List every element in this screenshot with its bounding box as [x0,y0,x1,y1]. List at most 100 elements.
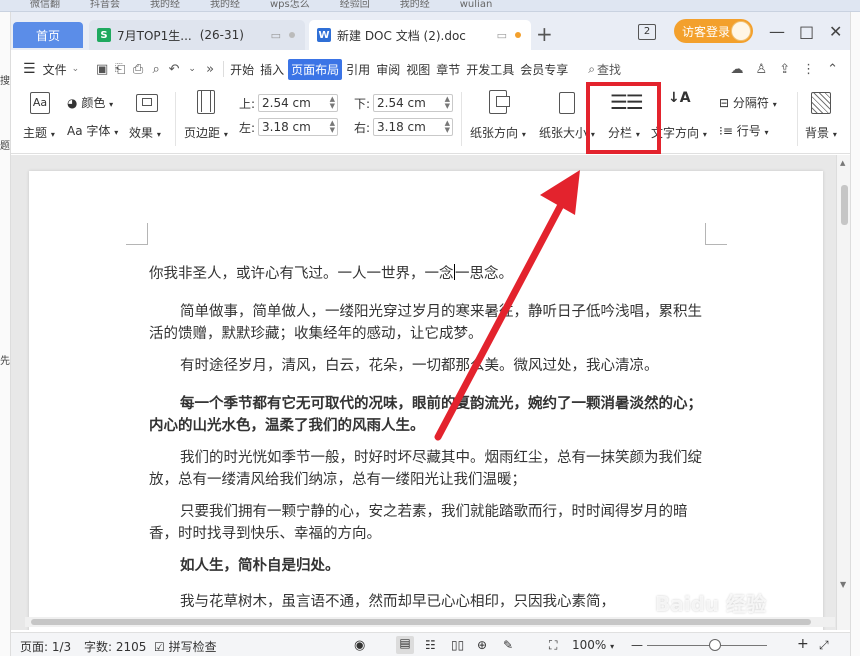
horizontal-scrollbar[interactable] [25,617,835,627]
orientation-button[interactable]: 纸张方向 ▾ [470,124,526,141]
minimize-button[interactable]: — [769,22,785,41]
paragraph[interactable]: 简单做事，简单做人，一缕阳光穿过岁月的寒来暑往，静听日子低吟浅唱，累积生活的馈赠… [149,301,703,345]
document-area[interactable]: 你我非圣人，或许心有飞过。一人一世界，一念 一思念。简单做事，简单做人，一缕阳光穿… [11,155,850,630]
spinner-icon[interactable]: ▲ ▼ [330,120,335,134]
format-painter-icon[interactable]: ⎗ [111,62,129,77]
margin-top-input[interactable]: 2.54 cm ▲ ▼ [258,94,338,112]
separator-button[interactable]: ⊟ 分隔符 ▾ [719,94,777,111]
browser-tab[interactable]: 抖音会 [90,0,120,10]
document-page[interactable]: 你我非圣人，或许心有飞过。一人一世界，一念 一思念。简单做事，简单做人，一缕阳光穿… [29,171,823,630]
cloud-sync-icon[interactable]: ☁ [731,62,744,77]
new-tab-button[interactable]: + [536,24,553,44]
orientation-icon[interactable] [489,90,510,114]
theme-button[interactable]: 主题 ▾ [23,124,55,141]
paragraph[interactable]: 每一个季节都有它无可取代的况味，眼前的夏韵流光，婉约了一颗消暑淡然的心；内心的山… [149,393,703,437]
collapse-ribbon-icon[interactable]: ⌃ [827,62,838,77]
paper-size-icon[interactable] [559,92,575,114]
margin-right-input[interactable]: 3.18 cm ▲ ▼ [373,118,453,136]
menu-tab[interactable]: 页面布局 [288,58,343,80]
chevron-down-icon[interactable]: ⌄ [183,64,201,74]
spinner-icon[interactable]: ▲ ▼ [330,96,335,110]
margin-left-input[interactable]: 3.18 cm ▲ ▼ [258,118,338,136]
word-count[interactable]: 字数: 2105 [84,638,146,655]
background-button[interactable]: 背景 ▾ [805,124,837,141]
spinner-icon[interactable]: ▲ ▼ [445,120,450,134]
line-numbers-button[interactable]: ⁝≡ 行号 ▾ [719,122,769,139]
browser-tab[interactable]: 我的经 [150,0,180,10]
more-icon[interactable]: » [201,62,219,77]
write-mode-icon[interactable]: ✎ [503,638,513,652]
color-button[interactable]: ◕ 颜色 ▾ [67,94,113,111]
menu-file[interactable]: 文件 [41,59,69,80]
outline-view-icon[interactable]: ☷ [425,638,436,652]
menu-tab[interactable]: 审阅 [374,59,402,80]
window-count-badge[interactable]: 2 [638,24,656,40]
effect-icon[interactable] [136,94,158,112]
text-direction-icon[interactable]: ↓A [668,90,691,106]
browser-tab[interactable]: 我的经 [400,0,430,10]
background-icon[interactable] [811,92,831,114]
paragraph[interactable]: 你我非圣人，或许心有飞过。一人一世界，一念 一思念。 [149,263,703,285]
menu-tab[interactable]: 开始 [228,59,256,80]
fullscreen-icon[interactable]: ⤢ [819,638,829,653]
print-preview-icon[interactable]: ⌕ [147,62,165,77]
hamburger-icon[interactable]: ☰ [23,61,36,77]
menu-tab[interactable]: 视图 [404,59,432,80]
maximize-button[interactable]: □ [799,22,814,41]
browser-tab[interactable]: wps怎么 [270,0,310,10]
page-counter[interactable]: 页面: 1/3 [20,638,71,655]
spell-check-button[interactable]: ☑ 拼写检查 [154,638,217,655]
zoom-in-button[interactable]: + [797,636,809,652]
tab-home[interactable]: 首页 [13,22,83,48]
monitor-icon[interactable]: ▭ [271,29,281,42]
menu-tab[interactable]: 章节 [434,59,462,80]
vertical-scrollbar[interactable]: ▲ ▼ [836,155,850,630]
visitor-login-button[interactable]: 访客登录 [674,19,753,43]
undo-icon[interactable]: ↶ [165,62,183,77]
menu-tab[interactable]: 开发工具 [464,59,516,80]
margins-icon[interactable] [197,90,215,114]
save-icon[interactable]: ▣ [93,62,111,77]
paragraph[interactable]: 我与花草树木，虽言语不通，然而却早已心心相印，只因我心素简， [149,591,703,613]
scrollbar-thumb[interactable] [841,185,848,225]
paragraph[interactable]: 如人生，简朴自是归处。 [149,555,703,577]
scrollbar-thumb[interactable] [31,619,811,625]
reading-view-icon[interactable]: ▯▯ [451,638,464,652]
share-icon[interactable]: ⇪ [779,62,790,77]
effect-button[interactable]: 效果 ▾ [129,124,161,141]
scroll-down-icon[interactable]: ▼ [840,580,846,589]
browser-tab[interactable]: wulian [460,0,493,10]
zoom-slider-handle[interactable] [709,639,721,651]
spinner-icon[interactable]: ▲ ▼ [445,96,450,110]
zoom-level[interactable]: 100% ▾ [572,638,614,652]
menu-tab[interactable]: 引用 [344,59,372,80]
theme-icon[interactable]: Aa [30,92,50,114]
margin-bottom-input[interactable]: 2.54 cm ▲ ▼ [373,94,453,112]
menu-tab[interactable]: 插入 [258,59,286,80]
chevron-down-icon[interactable]: ⌄ [72,64,80,74]
paragraph[interactable]: 我们的时光恍如季节一般，时好时坏尽藏其中。烟雨红尘，总有一抹笑颜为我们绽放，总有… [149,447,703,491]
browser-tab[interactable]: 我的经 [210,0,240,10]
web-view-icon[interactable]: ⊕ [477,638,487,652]
search-box[interactable]: ⌕ 查找 [588,61,621,78]
share-user-icon[interactable]: ♙ [756,62,768,77]
tab-document[interactable]: W 新建 DOC 文档 (2).doc ▭ [309,20,531,50]
zoom-slider-track[interactable] [647,645,767,646]
fit-page-icon[interactable]: ⛶ [549,638,557,653]
tab-spreadsheet[interactable]: S 7月TOP1生... (26-31) ▭ [89,20,305,50]
paragraph[interactable]: 只要我们拥有一颗宁静的心，安之若素，我们就能踏歌而行，时时闻得岁月的暗香，时时找… [149,501,703,545]
scroll-up-icon[interactable]: ▲ [840,159,845,167]
browser-tab[interactable]: 微信翻 [30,0,60,10]
zoom-out-button[interactable]: — [631,638,643,652]
print-icon[interactable]: ⎙ [129,62,147,77]
menu-tab[interactable]: 会员专享 [518,59,570,80]
font-button[interactable]: Aa 字体 ▾ [67,122,118,139]
more-options-icon[interactable]: ⋮ [802,62,815,77]
eye-protection-icon[interactable]: ◉ [354,638,365,653]
monitor-icon[interactable]: ▭ [497,29,507,42]
paragraph[interactable]: 有时途径岁月，清风，白云，花朵，一切都那么美。微风过处，我心清凉。 [149,355,703,377]
page-view-icon[interactable]: ▤ [396,636,414,654]
browser-tab[interactable]: 经验回 [340,0,370,10]
margins-button[interactable]: 页边距 ▾ [184,124,228,141]
close-button[interactable]: ✕ [829,22,842,41]
